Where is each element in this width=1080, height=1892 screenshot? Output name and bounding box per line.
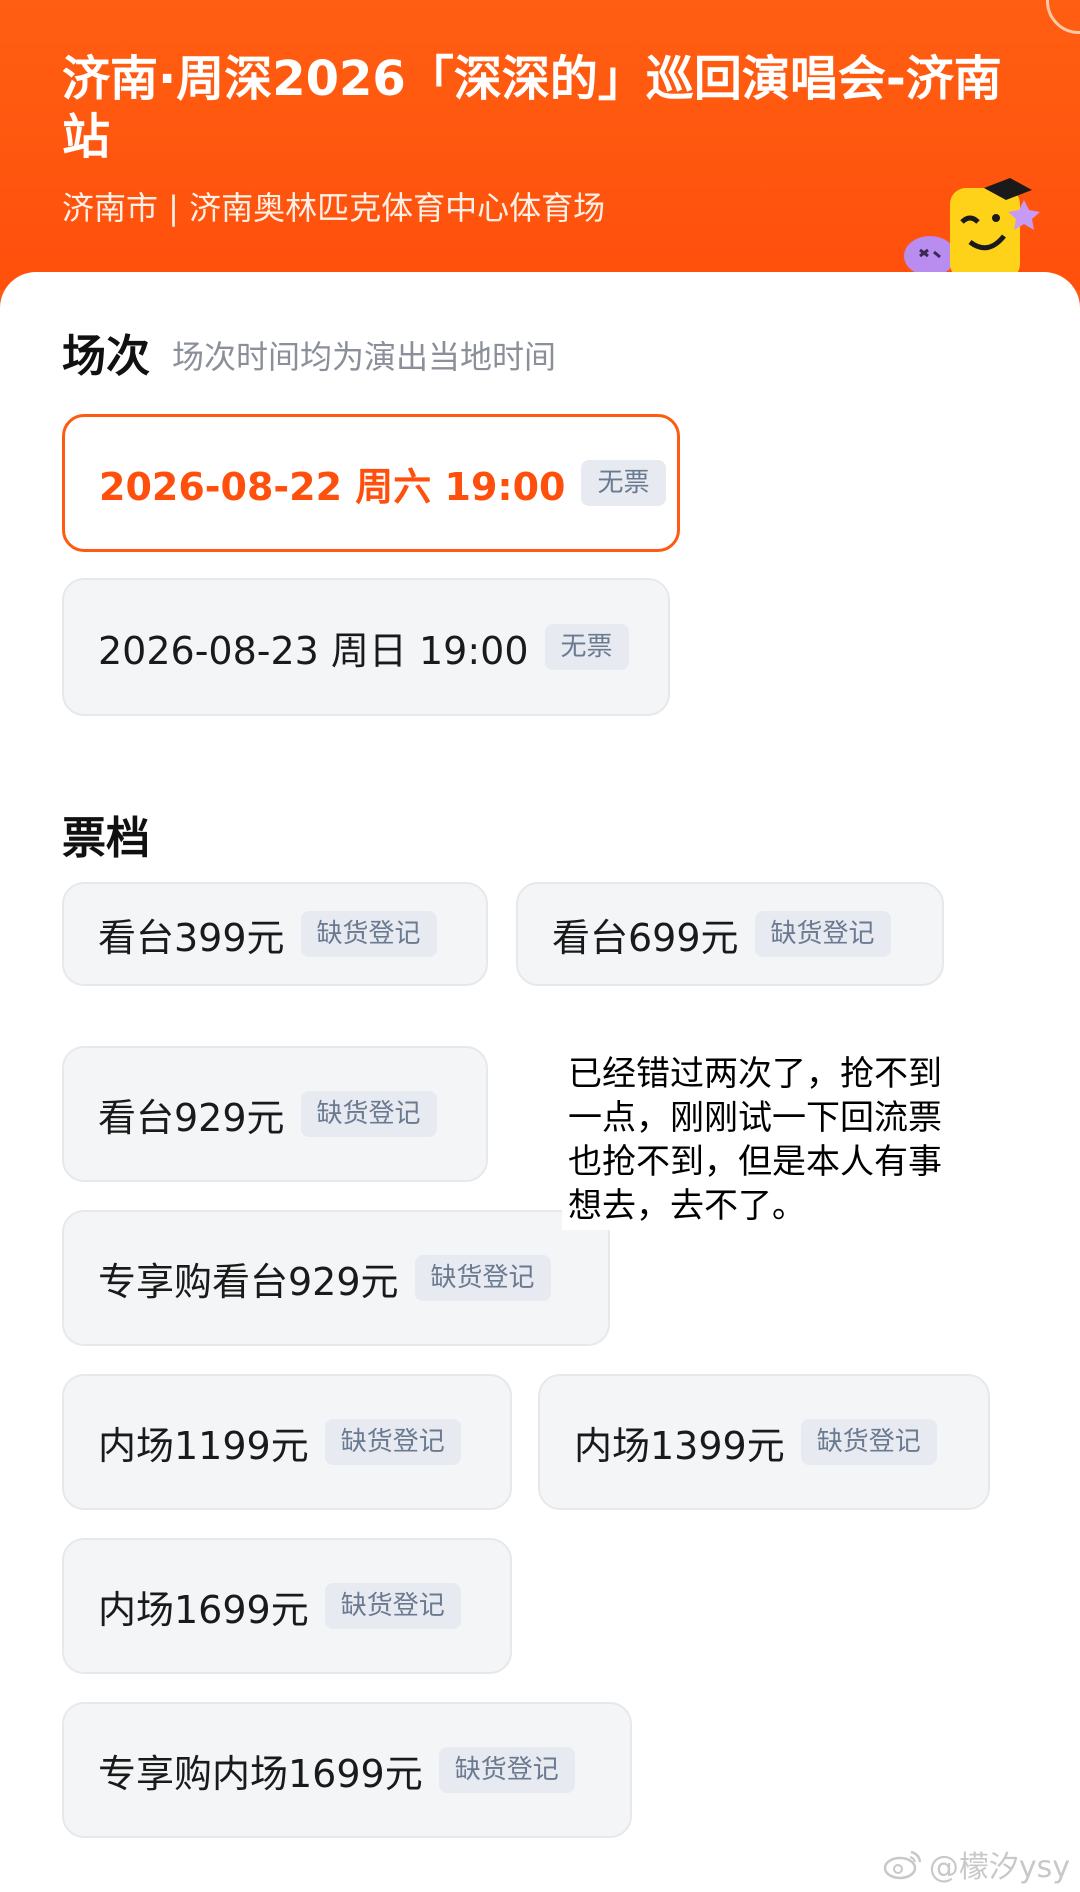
tier-option[interactable]: 内场1199元 缺货登记 [62, 1374, 512, 1510]
event-header: 济南·周深2026「深深的」巡回演唱会-济南站 济南市 | 济南奥林匹克体育中心… [0, 0, 1080, 290]
session-label: 2026-08-23 周日 19:00 [98, 628, 529, 673]
sessions-subtitle: 场次时间均为演出当地时间 [172, 338, 557, 376]
session-option-selected[interactable]: 2026-08-22 周六 19:00 无票 [62, 414, 680, 552]
session-status-badge: 无票 [581, 460, 666, 506]
waitlist-badge: 缺货登记 [324, 1583, 461, 1629]
user-note-text: 已经错过两次了，抢不到一点，刚刚试一下回流票也抢不到，但是本人有事想去，去不了。 [562, 1050, 964, 1230]
watermark-text: @檬汐ysy [928, 1850, 1070, 1885]
tier-option[interactable]: 内场1699元 缺货登记 [62, 1538, 512, 1674]
tier-option[interactable]: 专享购看台929元 缺货登记 [62, 1210, 610, 1346]
tier-option[interactable]: 看台929元 缺货登记 [62, 1046, 488, 1182]
tier-label: 内场1399元 [574, 1423, 785, 1468]
waitlist-badge: 缺货登记 [438, 1747, 575, 1793]
waitlist-badge: 缺货登记 [324, 1419, 461, 1465]
mascot-icon [904, 178, 1040, 280]
tier-label: 内场1199元 [98, 1423, 309, 1468]
tier-label: 看台399元 [98, 915, 285, 960]
corner-decoration [1046, 0, 1080, 34]
event-title: 济南·周深2026「深深的」巡回演唱会-济南站 [62, 51, 1002, 165]
waitlist-badge: 缺货登记 [300, 911, 437, 957]
weibo-icon [883, 1850, 922, 1880]
tier-option[interactable]: 看台399元 缺货登记 [62, 882, 488, 986]
tier-option[interactable]: 专享购内场1699元 缺货登记 [62, 1702, 632, 1838]
session-label: 2026-08-22 周六 19:00 [99, 464, 566, 509]
watermark: @檬汐ysy [883, 1842, 1070, 1886]
tier-label: 看台929元 [98, 1095, 285, 1140]
waitlist-badge: 缺货登记 [414, 1255, 551, 1301]
event-venue: 济南市 | 济南奥林匹克体育中心体育场 [62, 189, 606, 227]
sessions-title: 场次 [62, 331, 150, 382]
tier-option[interactable]: 内场1399元 缺货登记 [538, 1374, 990, 1510]
tier-label: 专享购看台929元 [98, 1259, 399, 1304]
waitlist-badge: 缺货登记 [754, 911, 891, 957]
tier-option[interactable]: 看台699元 缺货登记 [516, 882, 944, 986]
tier-label: 内场1699元 [98, 1587, 309, 1632]
tier-label: 看台699元 [552, 915, 739, 960]
waitlist-badge: 缺货登记 [800, 1419, 937, 1465]
session-status-badge: 无票 [544, 624, 629, 670]
tiers-title: 票档 [62, 813, 150, 864]
session-option[interactable]: 2026-08-23 周日 19:00 无票 [62, 578, 670, 716]
waitlist-badge: 缺货登记 [300, 1091, 437, 1137]
tier-label: 专享购内场1699元 [98, 1751, 423, 1796]
